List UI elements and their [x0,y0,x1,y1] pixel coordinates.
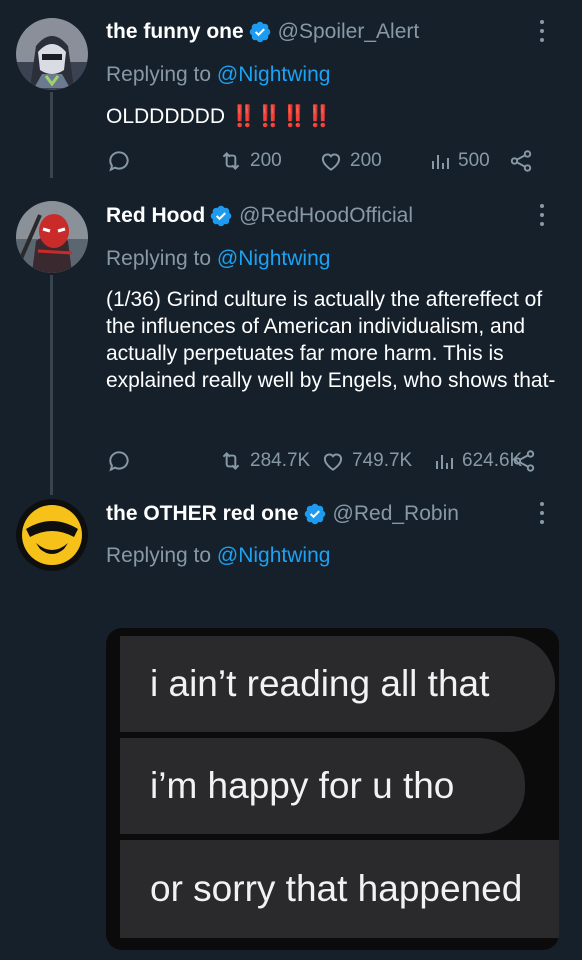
mention-link[interactable]: @Nightwing [217,247,331,270]
reply-icon [109,151,129,172]
verified-badge-icon [210,205,232,227]
tweet-header: the funny one @Spoiler_Alert [106,20,419,50]
retweet-icon [222,452,240,470]
verified-badge-icon [304,503,325,525]
views-icon [432,155,449,169]
meme-bubble: i ain’t reading all that [120,636,555,732]
share-icon [510,150,532,172]
more-options-icon[interactable] [538,204,546,228]
handle[interactable]: @Red_Robin [333,502,459,525]
views-button[interactable]: 500 [428,146,490,176]
like-button[interactable]: 200 [318,146,382,176]
handle[interactable]: @RedHoodOfficial [239,204,413,227]
double-exclamation-emoji: ‼️‼️‼️‼️ [230,105,333,128]
meme-image[interactable]: i ain’t reading all that i’m happy for u… [106,628,559,950]
like-icon [323,453,343,471]
meme-bubble: i’m happy for u tho [120,738,525,834]
tweet[interactable]: Red Hood @RedHoodOfficial Replying to @Ni… [0,201,582,491]
tweet[interactable]: the funny one @Spoiler_Alert Replying to … [0,18,582,188]
tweet-actions: 284.7K 749.7K 624.6K [106,446,546,476]
tweet-text: (1/36) Grind culture is actually the aft… [106,288,556,392]
views-count: 500 [458,150,490,171]
replying-prefix: Replying to [106,247,212,270]
tweet-header: Red Hood @RedHoodOfficial [106,204,413,234]
share-icon [513,450,535,472]
mention-link[interactable]: @Nightwing [217,544,331,567]
share-button[interactable] [511,446,537,476]
retweet-button[interactable]: 200 [218,146,282,176]
replying-prefix: Replying to [106,544,212,567]
display-name[interactable]: Red Hood [106,204,205,227]
replying-to: Replying to @Nightwing [106,544,330,568]
tweet-text: OLDDDDDD ‼️‼️‼️‼️ [106,103,566,130]
retweet-button[interactable]: 284.7K [218,446,310,476]
replying-to: Replying to @Nightwing [106,63,330,87]
replying-prefix: Replying to [106,63,212,86]
avatar[interactable] [16,201,88,273]
more-options-icon[interactable] [538,20,546,44]
views-icon [436,455,453,469]
like-count: 749.7K [352,450,413,471]
retweet-icon [222,152,240,170]
avatar[interactable] [16,499,88,571]
meme-bubble: or sorry that happened [120,840,559,938]
more-options-icon[interactable] [538,502,546,526]
mention-link[interactable]: @Nightwing [217,63,331,86]
tweet-text-content: OLDDDDDD [106,105,226,128]
verified-badge-icon [249,21,270,43]
reply-button[interactable] [106,446,132,476]
tweet-header: the OTHER red one @Red_Robin [106,502,459,532]
tweet-actions: 200 200 500 [106,146,546,176]
retweet-count: 284.7K [250,450,311,471]
reply-button[interactable] [106,146,132,176]
like-count: 200 [350,150,382,171]
views-button[interactable]: 624.6K [432,446,522,476]
handle[interactable]: @Spoiler_Alert [278,20,420,43]
retweet-count: 200 [250,150,282,171]
display-name[interactable]: the funny one [106,20,244,43]
like-button[interactable]: 749.7K [320,446,412,476]
display-name[interactable]: the OTHER red one [106,502,299,525]
replying-to: Replying to @Nightwing [106,247,330,271]
share-button[interactable] [508,146,534,176]
like-icon [321,153,341,171]
avatar[interactable] [16,18,88,90]
reply-icon [109,451,129,472]
